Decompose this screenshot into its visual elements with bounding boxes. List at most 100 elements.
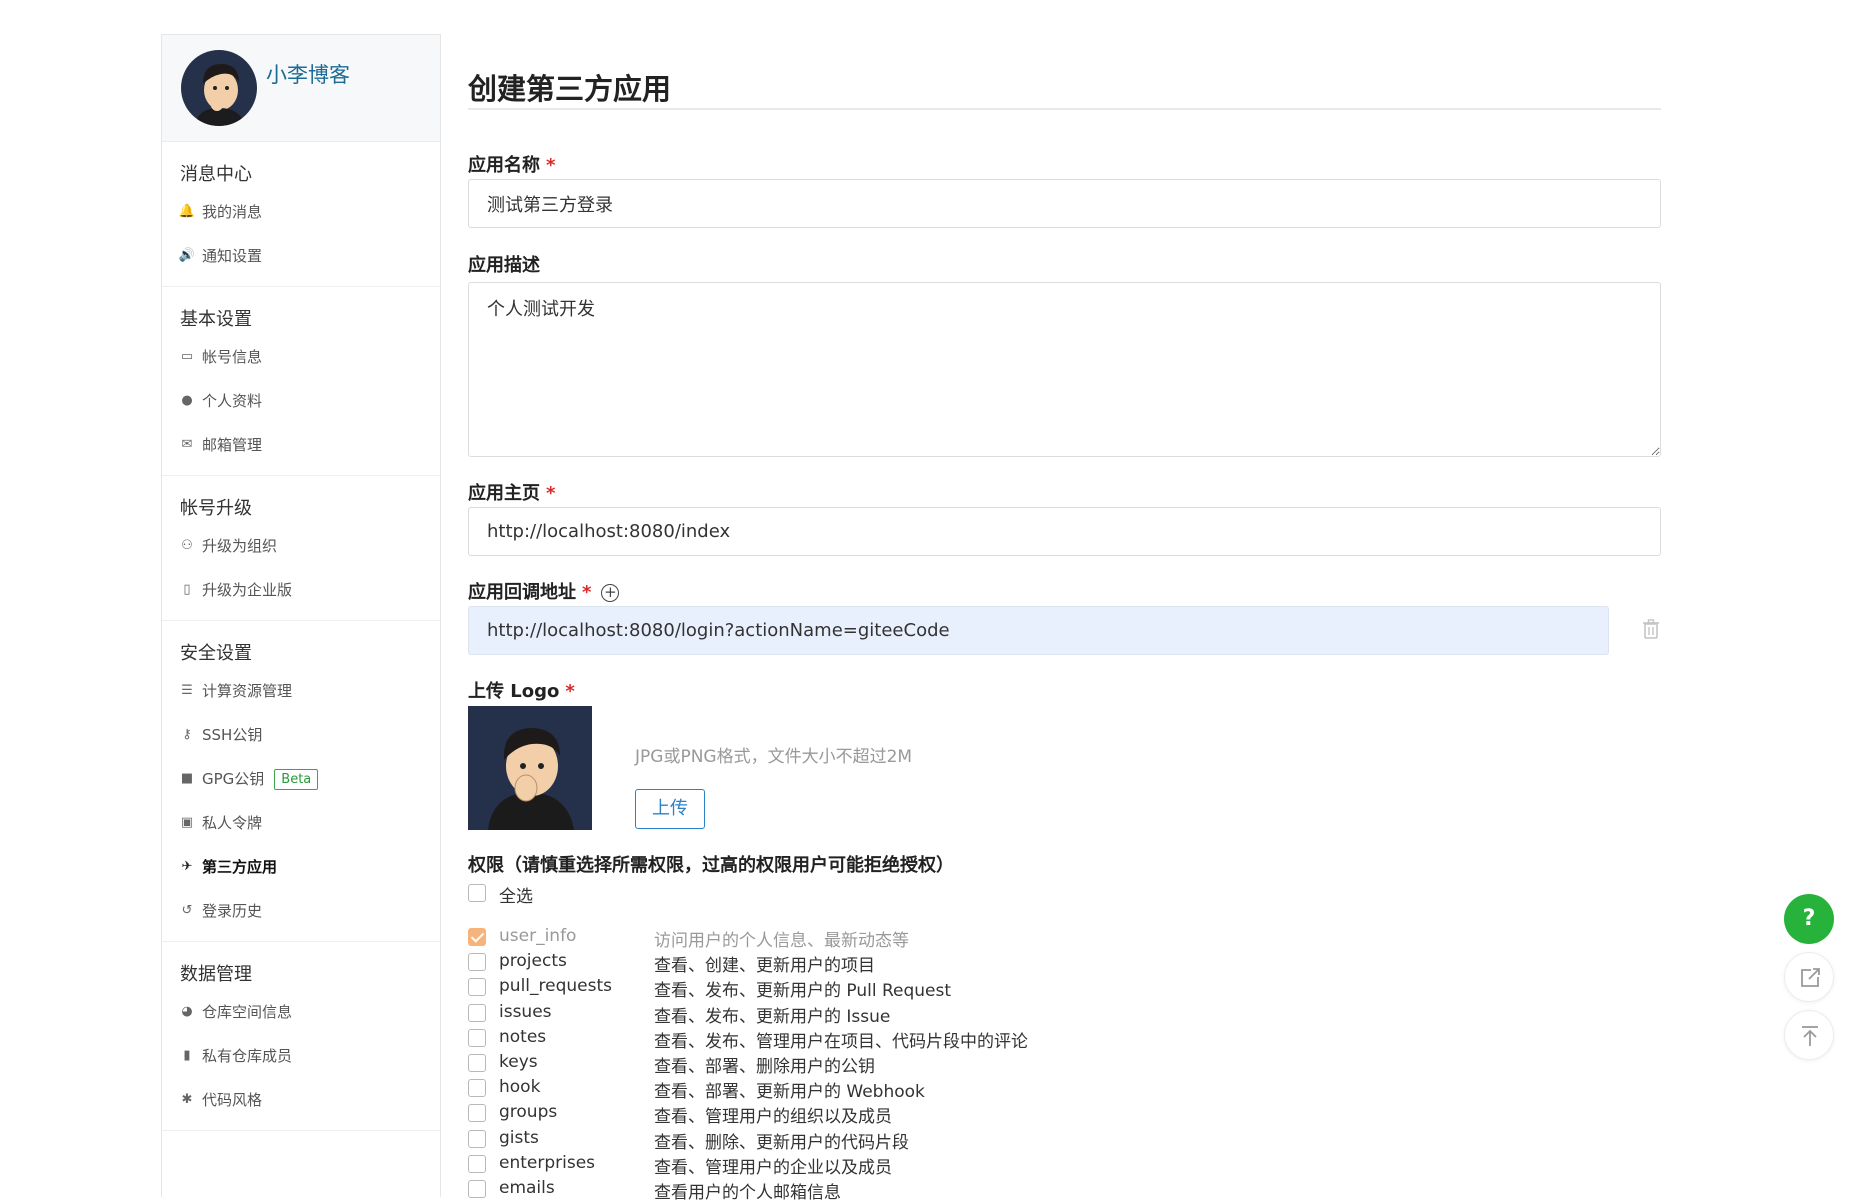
sidebar-item-label: 升级为企业版 (202, 581, 293, 599)
app-desc-textarea[interactable]: 个人测试开发 (468, 282, 1661, 457)
sidebar-group: 数据管理 ◕ 仓库空间信息 ▮ 私有仓库成员 ✱ 代码风格 (162, 942, 440, 1131)
sidebar-item[interactable]: ⚇ 升级为组织 (162, 524, 440, 568)
permission-checkbox-notes[interactable] (468, 1029, 486, 1047)
lock-icon: ■ (180, 771, 194, 786)
help-button[interactable]: ? (1784, 894, 1834, 944)
server-icon: ☰ (181, 683, 193, 698)
sidebar-item-label: 第三方应用 (202, 858, 278, 876)
sidebar-item[interactable]: ✉ 邮箱管理 (162, 423, 440, 467)
profile-header: 小李博客 (162, 35, 440, 142)
history-icon: ↺ (181, 903, 193, 918)
permission-description: 查看、创建、更新用户的项目 (654, 956, 875, 976)
permission-name: user_info (499, 926, 577, 946)
speaker-icon: 🔊 (178, 248, 196, 263)
sidebar-group-title: 消息中心 (180, 164, 252, 185)
sidebar-item-label: 通知设置 (202, 247, 263, 265)
sidebar-item[interactable]: ■ GPG公钥 Beta (162, 757, 440, 801)
permission-name: notes (499, 1027, 547, 1047)
sidebar-item-label: 升级为组织 (202, 537, 278, 555)
permission-description: 查看、部署、更新用户的 Webhook (654, 1082, 925, 1102)
permission-name: keys (499, 1052, 538, 1072)
sidebar-item[interactable]: ↺ 登录历史 (162, 889, 440, 933)
arrow-up-icon (1802, 1026, 1818, 1046)
sidebar-item[interactable]: ☰ 计算资源管理 (162, 669, 440, 713)
permission-name: enterprises (499, 1153, 596, 1173)
permission-checkbox-emails[interactable] (468, 1180, 486, 1198)
permission-description: 查看、管理用户的组织以及成员 (654, 1107, 892, 1127)
logo-label: 上传 Logo * (468, 681, 575, 702)
upload-button[interactable]: 上传 (635, 789, 705, 829)
avatar[interactable] (181, 50, 257, 126)
select-all-label: 全选 (499, 887, 533, 907)
required-mark: * (546, 155, 556, 176)
permission-checkbox-pull-requests[interactable] (468, 978, 486, 996)
permission-name: issues (499, 1002, 552, 1022)
username[interactable]: 小李博客 (266, 59, 350, 89)
title-divider (468, 108, 1661, 110)
permission-name: emails (499, 1178, 555, 1198)
sidebar-item[interactable]: ◕ 仓库空间信息 (162, 990, 440, 1034)
permission-checkbox-hook[interactable] (468, 1079, 486, 1097)
logo-format-hint: JPG或PNG格式，文件大小不超过2M (635, 747, 913, 767)
select-all-checkbox[interactable] (468, 884, 486, 902)
sidebar-item[interactable]: ▮ 私有仓库成员 (162, 1034, 440, 1078)
permission-description: 查看、管理用户的企业以及成员 (654, 1158, 892, 1178)
beta-badge: Beta (274, 769, 319, 790)
page-title: 创建第三方应用 (468, 72, 672, 106)
key-icon: ⚷ (182, 727, 192, 742)
permission-name: gists (499, 1128, 539, 1148)
sidebar-group: 帐号升级 ⚇ 升级为组织 ▯ 升级为企业版 (162, 476, 440, 621)
permission-checkbox-gists[interactable] (468, 1130, 486, 1148)
sidebar-item-label: 我的消息 (202, 203, 263, 221)
permission-name: hook (499, 1077, 541, 1097)
required-mark: * (565, 681, 575, 702)
permission-checkbox-groups[interactable] (468, 1104, 486, 1122)
permission-checkbox-enterprises[interactable] (468, 1155, 486, 1173)
permission-description: 查看用户的个人邮箱信息 (654, 1183, 841, 1203)
permission-checkbox-keys[interactable] (468, 1054, 486, 1072)
sidebar-item-label: 帐号信息 (202, 348, 263, 366)
book-icon: ▮ (183, 1048, 191, 1063)
sidebar-group: 安全设置 ☰ 计算资源管理 ⚷ SSH公钥 ■ GPG公钥 Beta ▣ 私人令牌 ✈ 第三方应用 ↺ 登… (162, 621, 440, 942)
sidebar-item-label: 登录历史 (202, 902, 263, 920)
logo-preview (468, 706, 592, 830)
users-icon: ⚇ (181, 538, 193, 553)
sidebar-item[interactable]: ▯ 升级为企业版 (162, 568, 440, 612)
sidebar-item[interactable]: 🔊 通知设置 (162, 234, 440, 278)
sidebar-item[interactable]: 🔔 我的消息 (162, 190, 440, 234)
sidebar-item-label: 邮箱管理 (202, 436, 263, 454)
share-button[interactable] (1784, 952, 1834, 1002)
permission-description: 访问用户的个人信息、最新动态等 (654, 931, 909, 951)
settings-sidebar: 小李博客 消息中心 🔔 我的消息 🔊 通知设置 基本设置 ▭ 帐号信息 ● 个人资料 ✉ 邮箱管理 帐号… (161, 34, 441, 1197)
id-card-icon: ▭ (180, 349, 194, 364)
homepage-input[interactable] (468, 507, 1661, 556)
building-icon: ▯ (183, 582, 191, 597)
trash-icon[interactable] (1638, 616, 1664, 642)
homepage-label: 应用主页 * (468, 483, 556, 504)
required-mark: * (546, 483, 556, 504)
permission-checkbox-projects[interactable] (468, 953, 486, 971)
permission-name: pull_requests (499, 976, 612, 996)
permissions-title: 权限（请慎重选择所需权限，过高的权限用户可能拒绝授权） (468, 855, 954, 876)
back-to-top-button[interactable] (1784, 1010, 1834, 1060)
sidebar-group-title: 数据管理 (180, 964, 252, 985)
sidebar-item[interactable]: ⚷ SSH公钥 (162, 713, 440, 757)
share-icon (1801, 968, 1820, 987)
sidebar-item[interactable]: ✈ 第三方应用 (162, 845, 440, 889)
permission-checkbox-issues[interactable] (468, 1004, 486, 1022)
permission-description: 查看、删除、更新用户的代码片段 (654, 1133, 909, 1153)
sidebar-item[interactable]: ▭ 帐号信息 (162, 335, 440, 379)
app-name-input[interactable] (468, 179, 1661, 228)
callback-url-input[interactable] (468, 606, 1609, 655)
sidebar-nav: 消息中心 🔔 我的消息 🔊 通知设置 基本设置 ▭ 帐号信息 ● 个人资料 ✉ 邮箱管理 帐号升级 ⚇ 升级… (162, 142, 440, 1131)
sidebar-item[interactable]: ✱ 代码风格 (162, 1078, 440, 1122)
add-callback-icon[interactable]: + (601, 584, 620, 602)
token-icon: ▣ (180, 815, 194, 830)
sidebar-item-label: 私人令牌 (202, 814, 263, 832)
permission-name: projects (499, 951, 567, 971)
sidebar-group: 消息中心 🔔 我的消息 🔊 通知设置 (162, 142, 440, 287)
sidebar-item[interactable]: ▣ 私人令牌 (162, 801, 440, 845)
sidebar-group-title: 基本设置 (180, 309, 252, 330)
sidebar-item[interactable]: ● 个人资料 (162, 379, 440, 423)
permission-description: 查看、发布、管理用户在项目、代码片段中的评论 (654, 1032, 1028, 1052)
